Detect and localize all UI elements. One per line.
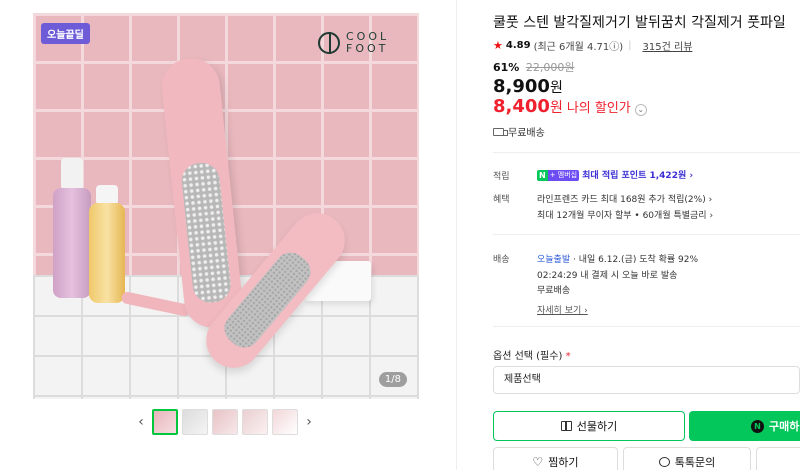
buy-button[interactable]: N 구매하 (689, 411, 800, 441)
my-price-value: 8,400 (493, 96, 550, 117)
delivery-label: 배송 (493, 255, 510, 265)
gift-button-label: 선물하기 (576, 420, 618, 433)
rating-score: 4.89 (505, 40, 531, 51)
today-deal-badge: 오늘끝딜 (41, 23, 90, 44)
my-price-label: 나의 할인가 (566, 101, 631, 116)
section-divider (493, 326, 800, 327)
purple-bottle (53, 188, 91, 298)
gift-icon (560, 421, 572, 431)
yellow-bottle (89, 203, 125, 303)
thumbnail-next-arrow-icon[interactable]: › (302, 414, 316, 430)
discount-row: 61% 22,000원 (493, 59, 574, 75)
today-dispatch-badge: 오늘출발 (537, 255, 571, 265)
review-count-link[interactable]: 315건 리뷰 (643, 38, 693, 53)
thumbnail-4[interactable] (242, 409, 268, 435)
original-price: 22,000원 (525, 61, 575, 74)
product-title: 쿨풋 스텐 발각질제거기 발뒤꿈치 각질제거 풋파일 (493, 15, 786, 31)
heart-icon: ♡ (532, 455, 544, 469)
delivery-detail-link[interactable]: 자세히 보기 › (537, 303, 588, 316)
arrival-probability: · 내일 6.12.(금) 도착 확률 92% (570, 255, 699, 265)
sale-price-unit: 원 (549, 80, 563, 96)
sale-price: 8,900원 (493, 76, 563, 97)
talktalk-button[interactable]: 톡톡문의 (623, 447, 751, 470)
option-label: 옵션 선택 (필수) * (493, 347, 571, 362)
dispatch-deadline: 02:24:29 내 결제 시 오늘 바로 발송 (537, 271, 678, 281)
file-grater-surface (179, 161, 233, 305)
more-button[interactable] (756, 447, 800, 470)
npay-icon: N (751, 419, 764, 433)
discount-rate: 61% (493, 61, 520, 74)
bottle-cap (96, 185, 118, 205)
option-label-text: 옵션 선택 (필수) (493, 351, 563, 362)
section-divider (493, 152, 800, 153)
image-counter: 1/8 (378, 372, 407, 387)
shipping-fee-text: 무료배송 (508, 128, 545, 139)
thumbnail-5[interactable] (272, 409, 298, 435)
column-divider (456, 0, 457, 470)
brand-name: COOL FOOT (346, 30, 390, 55)
card-benefit-link[interactable]: 라인프렌즈 카드 최대 168원 추가 적립(2%) › (537, 192, 712, 205)
my-discount-price[interactable]: 8,400 원 나의 할인가 ⌄ (493, 96, 647, 117)
required-mark: * (565, 351, 571, 362)
my-price-unit: 원 (549, 100, 563, 116)
product-main-image[interactable]: 오늘끝딜 COOL FOOT 1/8 (33, 13, 419, 399)
option-select[interactable]: 제품선택 (493, 366, 800, 394)
chat-bubble-icon (658, 457, 670, 467)
max-point-text: 최대 적립 포인트 1,422원 › (582, 171, 694, 181)
point-row[interactable]: N + 멤버십 최대 적립 포인트 1,422원 › (537, 168, 693, 181)
installment-benefit-link[interactable]: 최대 12개월 무이자 할부 • 60개월 특별금리 › (537, 208, 713, 221)
separator: | (628, 40, 632, 51)
chevron-down-icon[interactable]: ⌄ (634, 104, 647, 116)
thumbnail-3[interactable] (212, 409, 238, 435)
truck-icon (493, 127, 508, 136)
rating-row: ★ 4.89 (최근 6개월 4.71ⓘ) | 315건 리뷰 (493, 38, 692, 53)
benefit-label: 혜택 (493, 195, 510, 205)
npay-membership-badge: N + 멤버십 (537, 170, 580, 181)
shipping-summary: 무료배송 (493, 124, 545, 139)
buy-button-label: 구매하 (769, 420, 800, 433)
brand-logo: COOL FOOT (318, 31, 406, 55)
delivery-fee: 무료배송 (537, 286, 571, 296)
point-label: 적립 (493, 172, 510, 182)
thumbnail-2[interactable] (182, 409, 208, 435)
bottle-cap (61, 158, 83, 190)
thumbnail-prev-arrow-icon[interactable]: ‹ (134, 414, 148, 430)
rating-detail[interactable]: (최근 6개월 4.71ⓘ) (534, 38, 624, 53)
wish-button-label: 찜하기 (548, 456, 579, 469)
delivery-arrival: 오늘출발 · 내일 6.12.(금) 도착 확률 92% (537, 252, 698, 265)
thumbnail-strip: ‹ › (134, 409, 316, 435)
thumbnail-1[interactable] (152, 409, 178, 435)
wish-button[interactable]: ♡ 찜하기 (493, 447, 618, 470)
sale-price-value: 8,900 (493, 76, 550, 97)
section-divider (493, 234, 800, 235)
star-icon: ★ (493, 39, 503, 52)
talktalk-button-label: 톡톡문의 (674, 456, 716, 469)
brand-mark-icon (318, 32, 340, 54)
gift-button[interactable]: 선물하기 (493, 411, 685, 441)
